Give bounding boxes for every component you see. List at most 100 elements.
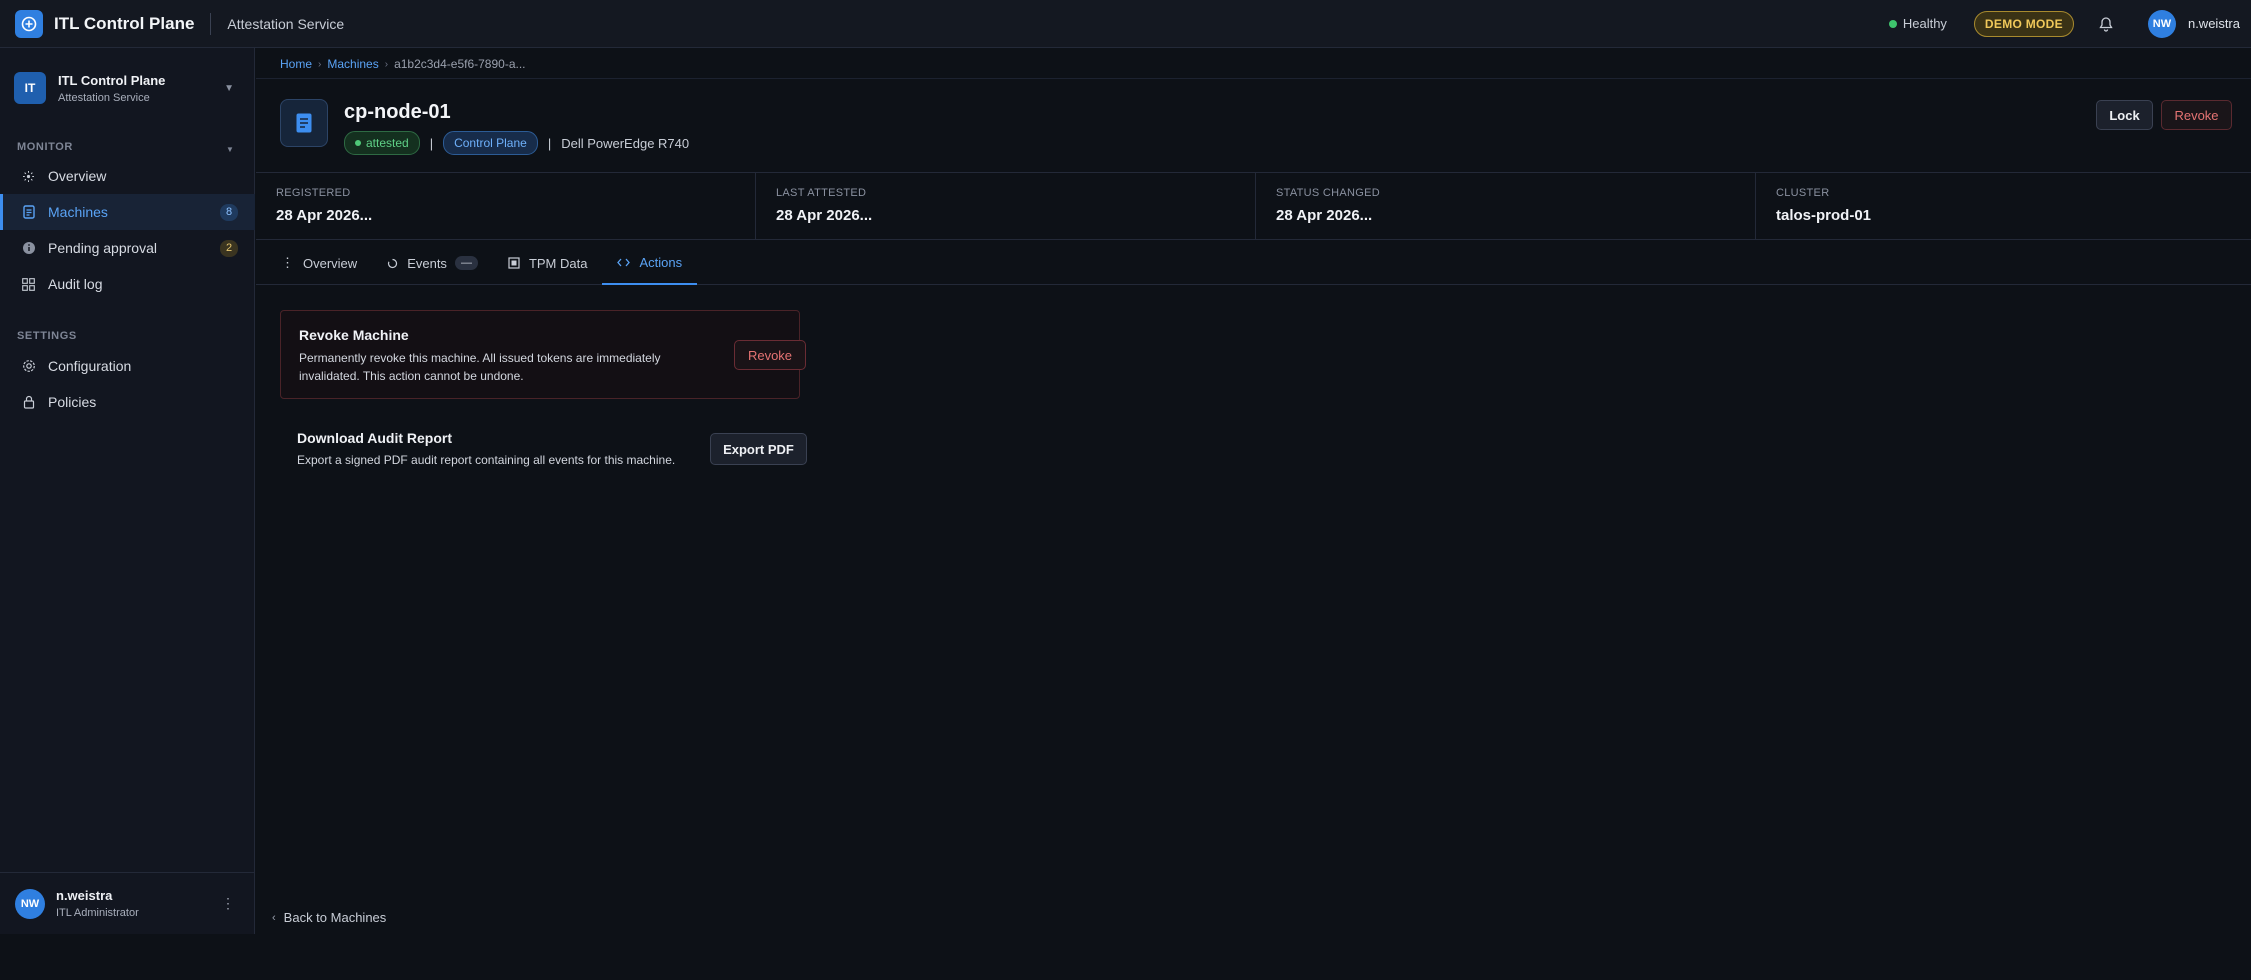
stat-label: CLUSTER: [1776, 187, 1830, 199]
stat-status-changed: STATUS CHANGED 28 Apr 2026...: [1256, 173, 1756, 239]
machine-stats: REGISTERED 28 Apr 2026... LAST ATTESTED …: [256, 172, 2251, 240]
stat-label: STATUS CHANGED: [1276, 187, 1381, 199]
user-name[interactable]: n.weistra: [2188, 16, 2240, 31]
sidebar-item-pending-approval[interactable]: Pending approval 2: [0, 230, 255, 266]
tab-label: Events: [407, 255, 447, 271]
collapse-chevron-icon[interactable]: ▼: [226, 145, 234, 154]
notifications-bell-icon[interactable]: [2098, 16, 2114, 32]
tab-tpm-data[interactable]: TPM Data: [493, 241, 603, 285]
machine-document-icon: [280, 99, 328, 147]
status-dot-icon: [355, 140, 361, 146]
stat-last-attested: LAST ATTESTED 28 Apr 2026...: [756, 173, 1256, 239]
health-status: Healthy: [1888, 16, 1947, 31]
code-icon: [617, 257, 631, 268]
app-subtitle: Attestation Service: [227, 15, 345, 32]
gear-icon: [21, 359, 36, 374]
tab-label: Overview: [303, 255, 358, 271]
revoke-button[interactable]: Revoke: [734, 340, 806, 370]
breadcrumb-home[interactable]: Home: [280, 57, 312, 71]
org-subtitle: Attestation Service: [58, 91, 150, 104]
org-name: ITL Control Plane: [58, 72, 166, 88]
tab-actions[interactable]: Actions: [602, 241, 698, 285]
status-badge: attested: [344, 131, 420, 155]
footer-avatar: NW: [15, 888, 45, 919]
back-to-machines-link[interactable]: ‹ Back to Machines: [272, 910, 386, 925]
org-switcher[interactable]: IT ITL Control Plane Attestation Service…: [14, 62, 242, 114]
footer-user-role: ITL Administrator: [56, 907, 139, 919]
grid-icon: [21, 277, 36, 292]
export-card-title: Download Audit Report: [297, 430, 453, 446]
pending-count-badge: 2: [220, 239, 238, 257]
stat-value: 28 Apr 2026...: [276, 207, 373, 224]
breadcrumb: Home › Machines › a1b2c3d4-e5f6-7890-a..…: [280, 57, 526, 71]
header-revoke-button[interactable]: Revoke: [2161, 100, 2232, 130]
top-bar: ITL Control Plane Attestation Service He…: [0, 0, 2251, 48]
revoke-machine-card: Revoke Machine Permanently revoke this m…: [280, 310, 806, 399]
status-label: attested: [366, 136, 409, 150]
chevron-right-icon: ›: [318, 58, 322, 70]
events-count-badge: —: [454, 256, 478, 270]
document-icon: [21, 205, 36, 220]
sidebar-item-label: Audit log: [48, 276, 103, 292]
stat-value: talos-prod-01: [1776, 207, 1872, 224]
main-content: Home › Machines › a1b2c3d4-e5f6-7890-a..…: [256, 48, 2251, 934]
machines-count-badge: 8: [220, 203, 238, 221]
sidebar-item-configuration[interactable]: Configuration: [0, 348, 255, 384]
health-label: Healthy: [1902, 16, 1947, 31]
machine-tags: attested | Control Plane | Dell PowerEdg…: [344, 131, 689, 155]
back-label: Back to Machines: [283, 910, 387, 925]
health-dot-icon: [1888, 19, 1897, 28]
sidebar-item-machines[interactable]: Machines 8: [0, 194, 255, 230]
sidebar-item-label: Machines: [48, 204, 108, 220]
stat-label: LAST ATTESTED: [776, 187, 867, 199]
sidebar-item-overview[interactable]: Overview: [0, 158, 255, 194]
overview-icon: [21, 169, 36, 184]
tab-label: TPM Data: [528, 255, 588, 271]
tag-separator: |: [429, 135, 434, 151]
lock-icon: [21, 395, 36, 410]
export-pdf-button[interactable]: Export PDF: [710, 433, 807, 465]
machine-header: cp-node-01 attested | Control Plane | De…: [256, 78, 2251, 172]
stat-value: 28 Apr 2026...: [776, 207, 873, 224]
breadcrumb-machines[interactable]: Machines: [327, 57, 378, 71]
org-badge: IT: [14, 72, 46, 104]
footer-user-name: n.weistra: [56, 888, 113, 903]
user-avatar[interactable]: NW: [2147, 9, 2176, 38]
revoke-card-description: Permanently revoke this machine. All iss…: [299, 351, 661, 383]
title-divider: [210, 12, 212, 35]
sidebar-item-audit-log[interactable]: Audit log: [0, 266, 255, 302]
lock-button[interactable]: Lock: [2096, 100, 2153, 130]
sidebar: IT ITL Control Plane Attestation Service…: [0, 48, 255, 934]
tab-overview[interactable]: ⋮ Overview: [266, 241, 372, 285]
more-vertical-icon[interactable]: ⋮: [221, 895, 235, 912]
sidebar-item-label: Policies: [48, 394, 97, 410]
role-badge: Control Plane: [443, 131, 538, 155]
sidebar-user-footer[interactable]: NW n.weistra ITL Administrator ⋮: [0, 872, 255, 934]
more-vertical-icon: ⋮: [281, 255, 294, 270]
app-title: ITL Control Plane: [54, 13, 195, 33]
settings-heading: SETTINGS: [17, 330, 77, 342]
sidebar-item-label: Pending approval: [48, 240, 157, 256]
chevron-left-icon: ‹: [272, 911, 276, 924]
machine-model: Dell PowerEdge R740: [561, 135, 690, 151]
tag-separator: |: [547, 135, 552, 151]
demo-mode-badge: DEMO MODE: [1973, 10, 2074, 37]
history-icon: [387, 258, 398, 269]
chevron-right-icon: ›: [384, 58, 389, 70]
app-logo-icon[interactable]: [15, 9, 43, 38]
machine-name: cp-node-01: [344, 101, 451, 123]
stat-cluster: CLUSTER talos-prod-01: [1756, 173, 2251, 239]
sidebar-item-label: Configuration: [48, 358, 132, 374]
sidebar-item-policies[interactable]: Policies: [0, 384, 255, 420]
audit-report-card: Download Audit Report Export a signed PD…: [280, 420, 807, 480]
sidebar-item-label: Overview: [48, 168, 107, 184]
chevron-down-icon: ▼: [224, 82, 234, 94]
chip-icon: [508, 257, 520, 269]
machine-tabs: ⋮ Overview Events — TPM Data Actions: [256, 241, 2251, 285]
tab-events[interactable]: Events —: [372, 241, 493, 285]
breadcrumb-current: a1b2c3d4-e5f6-7890-a...: [394, 57, 526, 71]
export-card-description: Export a signed PDF audit report contain…: [297, 453, 676, 467]
info-icon: [21, 241, 36, 256]
revoke-card-title: Revoke Machine: [299, 327, 409, 343]
stat-registered: REGISTERED 28 Apr 2026...: [256, 173, 756, 239]
